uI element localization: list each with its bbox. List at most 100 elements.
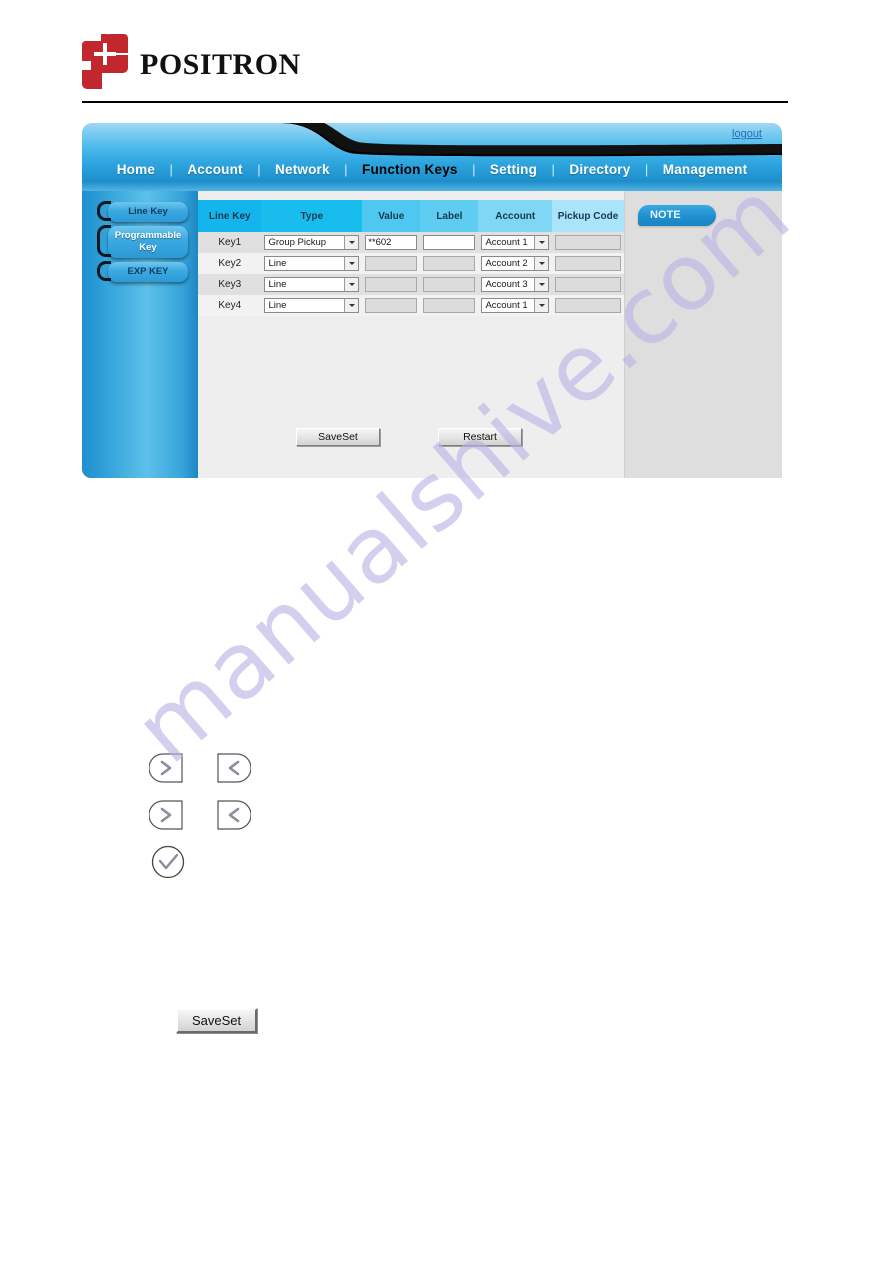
table-row: Key3 Line Account 3 [198,274,624,295]
cell-account: Account 1 [478,295,553,316]
cell-type: Line [261,274,363,295]
table-header-row: Line Key Type Value Label Account Pickup… [198,200,624,232]
pickup-code-input-key1 [555,235,621,250]
value-input-key3 [365,277,418,292]
nav-item-home[interactable]: Home [108,162,164,177]
pickup-code-input-key3 [555,277,621,292]
nav-item-network[interactable]: Network [266,162,339,177]
column-header-pickup-code: Pickup Code [552,200,624,232]
saveset-button[interactable]: SaveSet [296,428,380,446]
main-navigation: Home | Account | Network | Function Keys… [82,161,782,179]
nav-item-management[interactable]: Management [654,162,757,177]
nav-separator: | [169,162,173,177]
label-input-key3 [423,277,476,292]
bottom-saveset-container: SaveSet [176,1008,258,1033]
logout-link[interactable]: logout [732,128,762,140]
value-input-key2 [365,256,418,271]
left-arrow-key-icon[interactable] [215,800,251,830]
chevron-down-icon[interactable] [534,278,549,291]
account-select-key1[interactable]: Account 1 [481,235,550,250]
brand-logo: POSITRON [82,34,301,89]
positron-p-cross-logo-icon [82,34,128,89]
cell-value [362,295,421,316]
label-input-key4 [423,298,476,313]
cell-value: **602 [362,232,421,253]
column-header-line-key: Line Key [198,200,262,232]
page-header: POSITRON [82,30,788,105]
sidebar-item-exp-key[interactable]: EXP KEY [97,261,188,282]
chevron-down-icon[interactable] [344,299,359,312]
nav-item-function-keys[interactable]: Function Keys [353,162,467,177]
cell-pickup-code [552,295,624,316]
row-key-name: Key3 [198,274,262,295]
note-panel-title: NOTE [638,205,716,226]
nav-item-account[interactable]: Account [178,162,251,177]
chevron-down-icon[interactable] [534,257,549,270]
sidebar-item-programmable-key[interactable]: Programmable Key [97,225,188,258]
pickup-code-input-key2 [555,256,621,271]
type-select-key2[interactable]: Line [264,256,360,271]
column-header-account: Account [478,200,553,232]
table-row: Key4 Line Account 1 [198,295,624,316]
programmable-key-panel: Line Key Type Value Label Account Pickup… [198,191,624,478]
label-input-key1[interactable] [423,235,476,250]
nav-separator: | [472,162,476,177]
pickup-code-input-key4 [555,298,621,313]
type-select-key4[interactable]: Line [264,298,360,313]
chevron-down-icon[interactable] [344,278,359,291]
left-arrow-key-icon[interactable] [215,753,251,783]
right-arrow-key-icon[interactable] [149,753,185,783]
nav-separator: | [644,162,649,177]
content-area: Line Key Type Value Label Account Pickup… [198,191,782,478]
cell-value [362,274,421,295]
chevron-down-icon[interactable] [534,299,549,312]
header-divider [82,101,788,103]
cell-account: Account 1 [478,232,553,253]
sidebar-item-line-key[interactable]: Line Key [97,201,188,222]
saveset-button[interactable]: SaveSet [176,1008,258,1033]
column-header-type: Type [261,200,363,232]
account-select-key2[interactable]: Account 2 [481,256,550,271]
check-key-icon[interactable] [151,845,185,879]
cell-pickup-code [552,274,624,295]
row-key-name: Key1 [198,232,262,253]
cell-label [420,274,479,295]
nav-separator: | [257,162,261,177]
nav-item-setting[interactable]: Setting [481,162,546,177]
cell-type: Line [261,295,363,316]
cell-pickup-code [552,253,624,274]
cell-pickup-code [552,232,624,253]
programmable-key-table: Line Key Type Value Label Account Pickup… [198,200,624,316]
value-input-key4 [365,298,418,313]
nav-banner: logout Home | Account | Network | Functi… [82,123,782,191]
cell-account: Account 2 [478,253,553,274]
chevron-down-icon[interactable] [344,257,359,270]
nav-separator: | [344,162,348,177]
cell-account: Account 3 [478,274,553,295]
nav-item-directory[interactable]: Directory [560,162,639,177]
chevron-down-icon[interactable] [534,236,549,249]
cell-label [420,232,479,253]
column-header-value: Value [362,200,421,232]
chevron-down-icon[interactable] [344,236,359,249]
column-header-label: Label [420,200,479,232]
nav-separator: | [551,162,555,177]
cell-type: Line [261,253,363,274]
brand-wordmark: POSITRON [140,47,301,81]
nav-banner-curve-decoration [82,123,782,157]
account-select-key3[interactable]: Account 3 [481,277,550,292]
table-row: Key2 Line Account 2 [198,253,624,274]
account-select-key4[interactable]: Account 1 [481,298,550,313]
type-select-key3[interactable]: Line [264,277,360,292]
right-arrow-key-icon[interactable] [149,800,185,830]
cell-value [362,253,421,274]
table-row: Key1 Group Pickup **602 Account 1 [198,232,624,253]
note-panel: NOTE [624,191,782,478]
app-body: Line Key Programmable Key EXP KEY Line K… [82,191,782,478]
type-select-key1[interactable]: Group Pickup [264,235,360,250]
cell-label [420,295,479,316]
value-input-key1[interactable]: **602 [365,235,418,250]
cell-type: Group Pickup [261,232,363,253]
restart-button[interactable]: Restart [438,428,522,446]
row-key-name: Key2 [198,253,262,274]
